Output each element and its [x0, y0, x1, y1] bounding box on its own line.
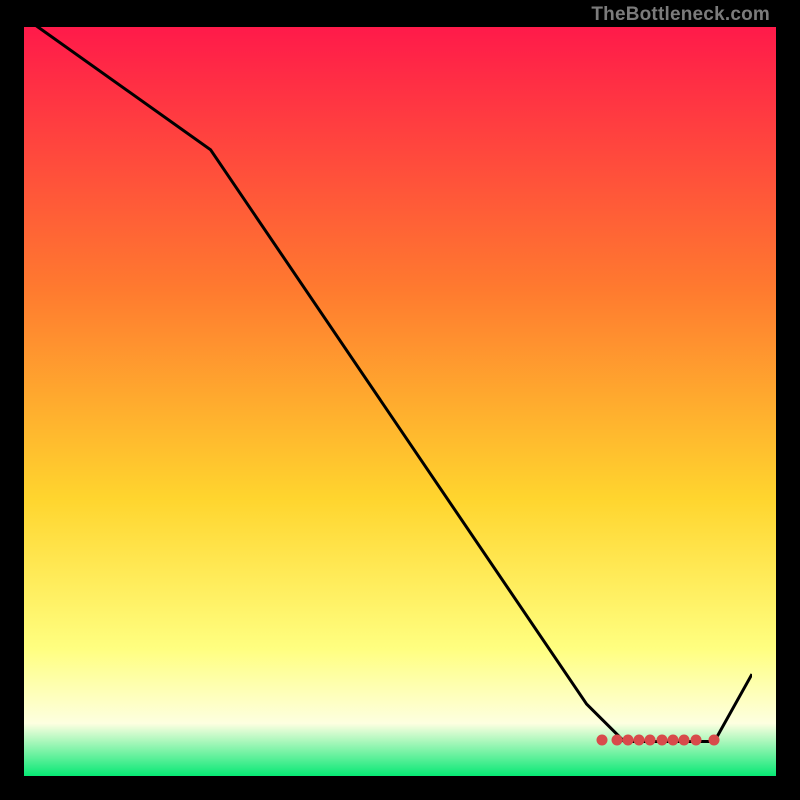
- watermark-text: TheBottleneck.com: [591, 4, 770, 26]
- heat-background: [24, 27, 776, 776]
- chart-plot: [24, 27, 776, 776]
